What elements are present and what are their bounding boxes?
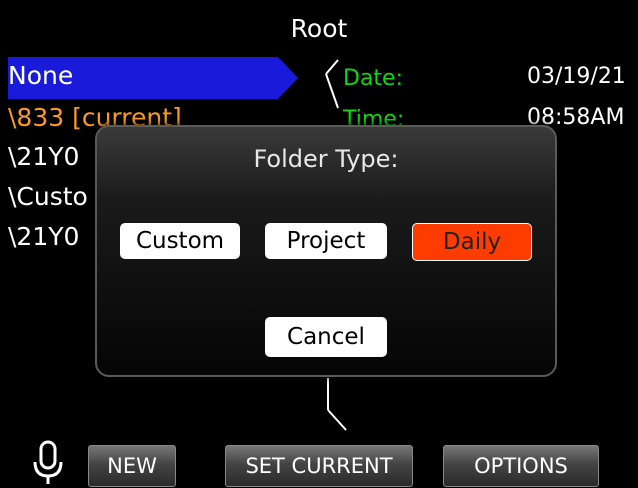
daily-option-button[interactable]: Daily	[412, 223, 532, 261]
project-option-button[interactable]: Project	[265, 223, 387, 259]
cancel-button[interactable]: Cancel	[265, 317, 387, 357]
folder-item[interactable]: \Custo	[8, 182, 88, 211]
date-value: 03/19/21	[527, 64, 626, 89]
set-current-button[interactable]: SET CURRENT	[225, 445, 413, 487]
folder-item[interactable]: \21Y0	[8, 222, 79, 251]
dialog-title: Folder Type:	[253, 145, 399, 173]
folder-item-selected[interactable]: None	[8, 57, 298, 99]
folder-item-label: None	[8, 61, 74, 90]
custom-option-button[interactable]: Custom	[120, 223, 240, 259]
new-button[interactable]: NEW	[88, 445, 176, 487]
options-button[interactable]: OPTIONS	[443, 445, 599, 487]
date-label: Date:	[343, 66, 403, 91]
page-title: Root	[290, 14, 348, 43]
microphone-icon[interactable]	[30, 440, 66, 486]
folder-item[interactable]: \21Y0	[8, 142, 79, 171]
folder-type-dialog: Folder Type: Custom Project Daily Cancel	[95, 125, 557, 377]
